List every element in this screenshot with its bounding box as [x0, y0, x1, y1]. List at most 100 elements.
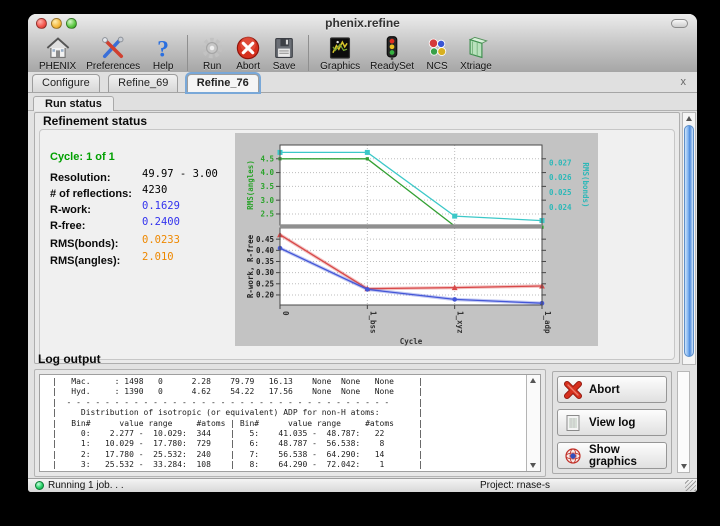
toolbar-readyset-label: ReadySet [370, 61, 414, 72]
save-icon [271, 35, 297, 61]
svg-text:3.5: 3.5 [260, 182, 274, 191]
stat-row-resolution: Resolution: 49.97 - 3.00 [50, 168, 235, 182]
toolbar-save-button[interactable]: Save [266, 35, 302, 72]
toolbar-preferences-label: Preferences [86, 61, 140, 72]
svg-text:1_bss: 1_bss [368, 311, 377, 334]
toolbar-phenix-label: PHENIX [39, 61, 76, 72]
subtab-bar: Run status [28, 93, 697, 111]
tab-bar: Configure Refine_69 Refine_76 x [28, 72, 697, 93]
log-scrollbar[interactable] [526, 375, 540, 471]
content-area: Refinement status Cycle: 1 of 1 Resoluti… [28, 111, 697, 478]
svg-text:?: ? [157, 36, 169, 61]
abort-button[interactable]: Abort [557, 376, 667, 403]
abort-x-icon [563, 380, 583, 400]
show-graphics-button[interactable]: Show graphics [557, 442, 667, 469]
document-icon [563, 413, 583, 433]
tab-configure[interactable]: Configure [32, 74, 100, 92]
toolbar: PHENIX Preferences ? Help [28, 32, 697, 73]
stat-row-rwork: R-work: 0.1629 [50, 200, 235, 214]
cycle-status: Cycle: 1 of 1 [50, 151, 115, 163]
svg-text:0.45: 0.45 [256, 235, 274, 244]
svg-text:2.5: 2.5 [260, 210, 274, 219]
refinement-status-heading: Refinement status [43, 114, 147, 128]
stat-row-rms-bonds: RMS(bonds): 0.0233 [50, 234, 235, 248]
toolbar-readyset-button[interactable]: ReadySet [365, 35, 419, 72]
stat-row-reflections: # of reflections: 4230 [50, 184, 235, 198]
toolbar-ncs-button[interactable]: NCS [419, 35, 455, 72]
svg-text:0.35: 0.35 [256, 257, 274, 266]
tab-refine-76[interactable]: Refine_76 [187, 74, 259, 92]
tab-refine-69[interactable]: Refine_69 [108, 74, 178, 92]
scroll-down-icon[interactable] [681, 464, 687, 469]
run-status-panel: Refinement status Cycle: 1 of 1 Resoluti… [34, 112, 680, 364]
tools-icon [100, 35, 126, 61]
subtab-run-status[interactable]: Run status [33, 96, 114, 112]
scroll-down-icon[interactable] [530, 463, 536, 468]
toolbar-separator [308, 35, 309, 71]
svg-text:RMS(bonds): RMS(bonds) [581, 162, 590, 207]
show-graphics-button-label: Show graphics [589, 444, 666, 468]
scroll-up-icon[interactable] [686, 116, 692, 121]
log-text-area[interactable]: | Mac. : 1498 0 2.28 79.79 16.13 None No… [39, 374, 541, 472]
abort-icon [235, 35, 261, 61]
scroll-up-icon[interactable] [530, 378, 536, 383]
running-indicator-icon [35, 481, 44, 490]
refinement-chart: 4.54.03.53.02.50.0270.0260.0250.024RMS(a… [235, 133, 598, 346]
crystal-icon [463, 35, 489, 61]
svg-text:Cycle: Cycle [400, 337, 423, 346]
screen: phenix.refine PHENIX [0, 0, 720, 526]
stat-row-rfree: R-free: 0.2400 [50, 216, 235, 230]
toolbar-graphics-button[interactable]: Graphics [315, 35, 365, 72]
svg-text:1_xyz: 1_xyz [456, 311, 465, 334]
toolbar-help-button[interactable]: ? Help [145, 35, 181, 72]
svg-text:3.0: 3.0 [260, 196, 274, 205]
window-title: phenix.refine [28, 14, 697, 32]
running-status-text: Running 1 job. . . [48, 480, 124, 491]
log-text: | Mac. : 1498 0 2.28 79.79 16.13 None No… [40, 375, 540, 472]
toolbar-xtriage-label: Xtriage [460, 61, 492, 72]
traffic-light-icon [379, 35, 405, 61]
toolbar-xtriage-button[interactable]: Xtriage [455, 35, 497, 72]
view-log-button-label: View log [589, 417, 635, 429]
svg-text:R-work, R-free: R-work, R-free [246, 234, 255, 298]
main-scrollbar[interactable] [682, 112, 696, 365]
toolbar-toggle-button[interactable] [671, 19, 688, 28]
svg-text:0.25: 0.25 [256, 279, 274, 288]
toolbar-help-label: Help [153, 61, 174, 72]
toolbar-run-label: Run [203, 61, 221, 72]
refinement-status-subpanel: Cycle: 1 of 1 Resolution: 49.97 - 3.00 #… [39, 129, 675, 360]
svg-text:0: 0 [281, 311, 290, 316]
toolbar-abort-label: Abort [236, 61, 260, 72]
window-header: phenix.refine PHENIX [28, 14, 697, 73]
log-output-box: | Mac. : 1498 0 2.28 79.79 16.13 None No… [34, 369, 546, 477]
toolbar-preferences-button[interactable]: Preferences [81, 35, 145, 72]
svg-text:0.026: 0.026 [549, 173, 572, 182]
toolbar-abort-button[interactable]: Abort [230, 35, 266, 72]
resize-grip[interactable] [685, 480, 696, 491]
svg-text:0.20: 0.20 [256, 291, 275, 300]
toolbar-run-button[interactable]: Run [194, 35, 230, 72]
ncs-spheres-icon [424, 35, 450, 61]
view-log-button[interactable]: View log [557, 409, 667, 436]
bottom-scrollbar[interactable] [677, 371, 690, 473]
toolbar-graphics-label: Graphics [320, 61, 360, 72]
titlebar[interactable]: phenix.refine [28, 14, 697, 32]
home-icon [45, 35, 71, 61]
svg-text:RMS(angles): RMS(angles) [246, 160, 255, 210]
log-output-heading: Log output [38, 352, 101, 366]
help-icon: ? [150, 35, 176, 61]
abort-button-label: Abort [589, 384, 620, 396]
svg-text:4.5: 4.5 [260, 154, 274, 163]
svg-text:0.30: 0.30 [256, 268, 275, 277]
svg-text:0.025: 0.025 [549, 188, 572, 197]
svg-text:4.0: 4.0 [260, 168, 274, 177]
stat-row-rms-angles: RMS(angles): 2.010 [50, 251, 235, 265]
toolbar-separator [187, 35, 188, 71]
toolbar-ncs-label: NCS [427, 61, 448, 72]
close-tab-icon[interactable]: x [681, 76, 687, 88]
phenix-refine-window: phenix.refine PHENIX [28, 14, 697, 492]
scrollbar-thumb[interactable] [684, 125, 694, 357]
toolbar-phenix-button[interactable]: PHENIX [34, 35, 81, 72]
toolbar-save-label: Save [273, 61, 296, 72]
status-bar: Running 1 job. . . Project: rnase-s [28, 478, 697, 492]
